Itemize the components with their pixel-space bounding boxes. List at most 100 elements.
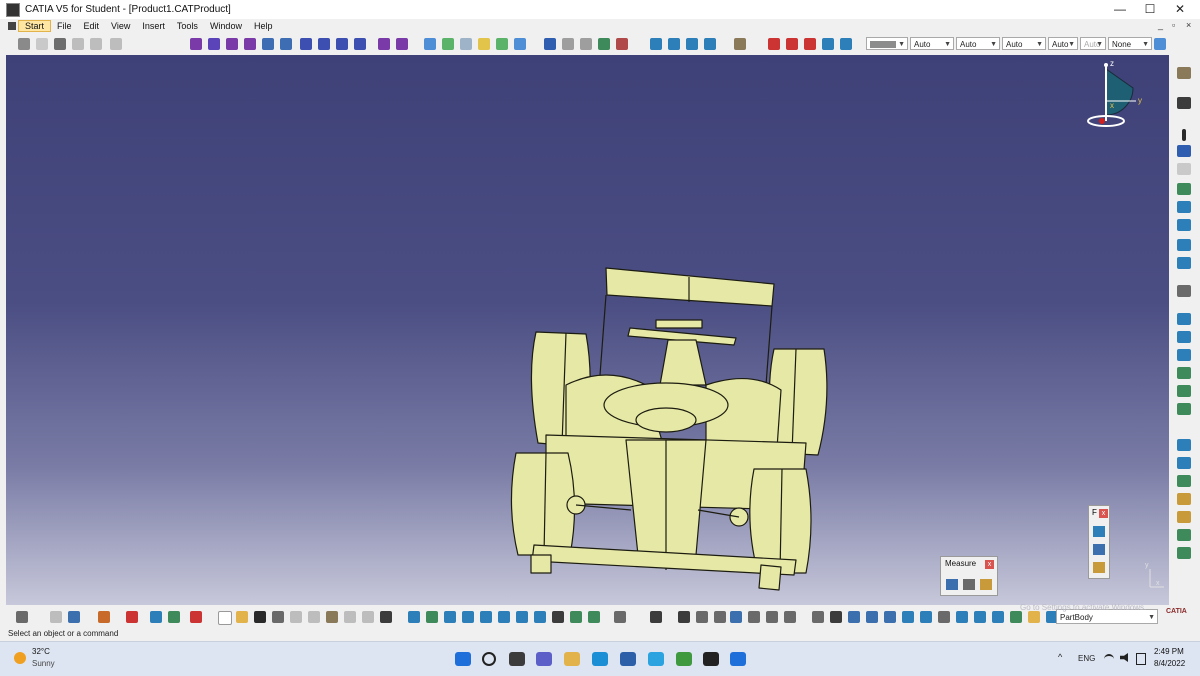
line-tool-icon[interactable] [1177,145,1191,157]
healing-icon[interactable] [822,38,834,50]
language-indicator[interactable]: ENG [1078,654,1095,663]
point-tool-icon[interactable] [1182,129,1186,141]
menu-file[interactable]: File [51,21,78,31]
window-cascade-icon[interactable] [68,611,80,623]
trim-icon[interactable] [786,38,798,50]
floating-tool-3-icon[interactable] [1093,562,1105,573]
floating-tool-1-icon[interactable] [1093,526,1105,537]
task-view-icon[interactable] [509,652,525,666]
table-icon[interactable] [730,611,742,623]
spin-icon[interactable] [812,611,824,623]
clock-time[interactable]: 2:49 PM [1154,647,1184,656]
offset-icon[interactable] [1177,313,1191,325]
airbox[interactable] [659,339,707,386]
shell-icon[interactable] [354,38,366,50]
boolean-icon[interactable] [378,38,390,50]
assemble-icon[interactable] [396,38,408,50]
measure-panel-close-button[interactable]: x [985,560,994,569]
layer-combo[interactable]: None ▼ [1108,37,1152,50]
rotate-view-icon[interactable] [462,611,474,623]
hide-icon[interactable] [570,611,582,623]
rib-icon[interactable] [280,38,292,50]
close-button[interactable]: ✕ [1166,0,1194,19]
menu-insert[interactable]: Insert [136,21,171,31]
camera-icon[interactable] [650,611,662,623]
zoom-in-icon[interactable] [480,611,492,623]
update-icon[interactable] [190,611,202,623]
volume-icon[interactable] [1120,653,1128,662]
constraint-tool-icon[interactable] [126,611,138,623]
transform-icon[interactable] [1177,547,1191,559]
3d-viewport[interactable]: z y x y x [6,55,1169,605]
measure-between-icon[interactable] [562,38,574,50]
split-icon[interactable] [768,38,780,50]
open-file-icon[interactable] [236,611,248,623]
measure-toolbar-panel[interactable]: Measure x [940,556,998,596]
snap-icon[interactable] [168,611,180,623]
weather-description[interactable]: Sunny [32,659,55,668]
save-icon[interactable] [254,611,266,623]
rule-icon[interactable] [766,611,778,623]
chat-icon[interactable] [536,652,552,666]
store-icon[interactable] [620,652,636,666]
sketch-icon[interactable] [1177,97,1191,109]
redo-icon[interactable] [362,611,374,623]
pad-icon[interactable] [190,38,202,50]
search-icon[interactable] [482,652,496,666]
copy-icon[interactable] [36,38,48,50]
draft-icon[interactable] [336,38,348,50]
thickness-combo[interactable]: Auto ▼ [1002,37,1046,50]
media-player-icon[interactable] [730,652,746,666]
linetype-combo[interactable]: Auto ▼ [956,37,1000,50]
catalog-icon[interactable] [734,38,746,50]
f1-car-model[interactable] [510,267,828,591]
windows-start-icon[interactable] [455,652,471,666]
front-left-wheel[interactable] [510,452,576,556]
surface-extrude-icon[interactable] [650,38,662,50]
sweep-icon[interactable] [1177,331,1191,343]
rotate-icon[interactable] [496,38,508,50]
measure-inertia-tool-icon[interactable] [980,579,992,590]
mdi-minimize-button[interactable]: _ [1158,20,1163,30]
window-tile-icon[interactable] [50,611,62,623]
plane-tool-icon[interactable] [1177,163,1191,175]
heal-tool-icon[interactable] [1177,457,1191,469]
shaft-icon[interactable] [226,38,238,50]
floating-vertical-panel[interactable]: F x [1088,505,1110,579]
extrude-icon[interactable] [1177,183,1191,195]
mdi-close-button[interactable]: × [1186,20,1191,30]
spline-icon[interactable] [1177,257,1191,269]
battery-icon[interactable] [1136,653,1146,665]
file-explorer-icon[interactable] [564,652,580,666]
hide-show-icon[interactable] [72,38,84,50]
line-icon[interactable] [442,38,454,50]
translate-icon[interactable] [478,38,490,50]
chrome-icon[interactable] [676,652,692,666]
undo-icon[interactable] [344,611,356,623]
boundary-icon[interactable] [840,38,852,50]
transparency-combo[interactable]: Auto ▼ [910,37,954,50]
menu-edit[interactable]: Edit [78,21,106,31]
new-file-icon[interactable] [218,611,232,625]
help-icon[interactable] [380,611,392,623]
fill-icon[interactable] [1177,385,1191,397]
select-tool-icon[interactable] [18,38,30,50]
refresh-icon[interactable] [614,611,626,623]
multi-view-icon[interactable] [110,38,122,50]
manipulate-icon[interactable] [150,611,162,623]
groove-icon[interactable] [244,38,256,50]
multisection-icon[interactable] [1177,403,1191,415]
paste-icon[interactable] [326,611,338,623]
tree-expand-icon[interactable] [974,611,986,623]
grid-icon[interactable] [1093,544,1105,555]
menu-view[interactable]: View [105,21,136,31]
disassemble-icon[interactable] [1177,493,1191,505]
compass-widget[interactable]: z y x [1087,59,1142,127]
pan-icon[interactable] [444,611,456,623]
mdi-restore-button[interactable]: ▫ [1172,20,1175,30]
surface-fill-icon[interactable] [704,38,716,50]
join-icon[interactable] [804,38,816,50]
floating-panel-close-button[interactable]: x [1099,509,1108,518]
wifi-icon[interactable] [1104,654,1114,664]
workbench-icon[interactable] [956,611,968,623]
